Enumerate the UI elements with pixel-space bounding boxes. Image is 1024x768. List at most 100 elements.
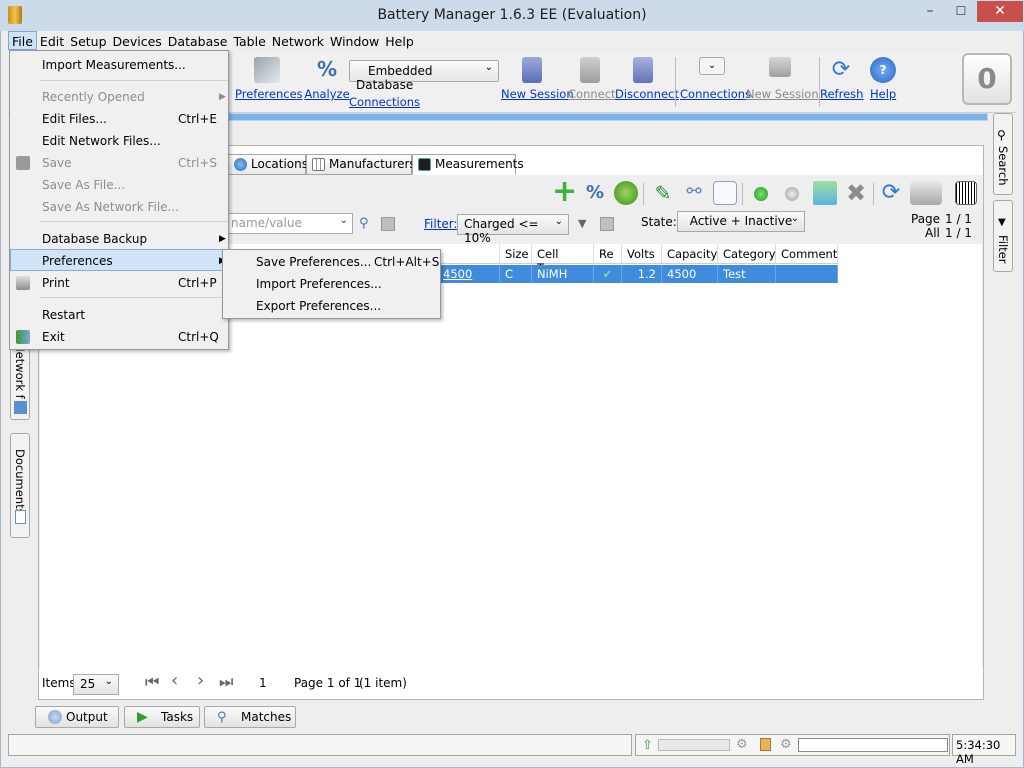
column-header-comment[interactable]: Comment bbox=[776, 244, 838, 264]
menu-item-shortcut: Ctrl+E bbox=[178, 112, 217, 126]
tasks-button[interactable]: ▶ Tasks bbox=[124, 706, 200, 728]
menu-help[interactable]: Help bbox=[382, 32, 417, 51]
previous-page-icon[interactable]: ‹ bbox=[171, 670, 178, 691]
minimize-button[interactable]: – bbox=[917, 1, 943, 22]
new-session-tool[interactable]: New Session bbox=[501, 57, 574, 101]
table-cell-cell-type[interactable]: NiMH bbox=[532, 265, 594, 283]
menu-item-label: Preferences bbox=[42, 254, 113, 268]
menu-item-save-preferences[interactable]: Save Preferences... Ctrl+Alt+S bbox=[223, 251, 440, 273]
menu-item-print[interactable]: Print Ctrl+P bbox=[10, 272, 228, 294]
filter-link[interactable]: Filter: bbox=[424, 217, 458, 231]
refresh-tool[interactable]: ⟳ Refresh bbox=[820, 57, 863, 101]
menu-file[interactable]: File bbox=[8, 31, 37, 50]
side-tab-filter[interactable]: ▼ Filter bbox=[993, 200, 1013, 272]
clear-filter-icon[interactable] bbox=[600, 217, 614, 231]
menu-item-edit-network-files[interactable]: Edit Network Files... bbox=[10, 130, 228, 152]
menu-item-import-measurements[interactable]: Import Measurements... bbox=[10, 54, 228, 76]
add-icon[interactable]: + bbox=[552, 177, 577, 207]
column-header-size[interactable]: Size bbox=[500, 244, 532, 264]
inactive-state-icon[interactable] bbox=[785, 187, 799, 201]
filter-select[interactable]: Charged <= 10% ⌄ bbox=[457, 214, 569, 245]
table-cell-comment[interactable] bbox=[776, 265, 838, 283]
menu-bar: File Edit Setup Devices Database Table Network… bbox=[8, 31, 1016, 50]
side-tab-documents[interactable]: Documents bbox=[10, 433, 30, 538]
menu-edit[interactable]: Edit bbox=[37, 32, 67, 51]
menu-item-save-as-network-file[interactable]: Save As Network File... bbox=[10, 196, 228, 218]
search-icon[interactable]: ⚲ bbox=[359, 216, 373, 231]
recycle-icon[interactable] bbox=[614, 181, 638, 205]
delete-icon[interactable]: ✖ bbox=[844, 181, 868, 205]
table-cell-volts[interactable]: 1.2 V bbox=[622, 265, 662, 295]
column-header-cell-type[interactable]: Cell Type bbox=[532, 244, 594, 275]
pagination-bar: Items 25 ⌄ ⏮ ‹ › ⏭ 1 Page 1 of 1 (1 item… bbox=[39, 669, 983, 697]
menu-item-database-backup[interactable]: Database Backup ▶ bbox=[10, 228, 228, 250]
link-icon[interactable]: ⚯ bbox=[682, 181, 706, 205]
table-cell-category[interactable]: Test bbox=[718, 265, 776, 283]
percent-icon[interactable]: % bbox=[583, 181, 607, 205]
copy-icon[interactable] bbox=[713, 181, 737, 205]
close-button[interactable]: ✕ bbox=[977, 1, 1023, 22]
menu-item-recently-opened[interactable]: Recently Opened ▶ bbox=[10, 86, 228, 108]
funnel-icon[interactable]: ▼ bbox=[578, 217, 592, 231]
barcode-icon[interactable] bbox=[955, 181, 977, 205]
menu-item-import-preferences[interactable]: Import Preferences... bbox=[223, 273, 440, 295]
last-page-icon[interactable]: ⏭ bbox=[219, 672, 233, 692]
database-select[interactable]: Embedded Database ⌄ bbox=[349, 60, 499, 92]
tab-manufacturers[interactable]: Manufacturers bbox=[306, 154, 416, 175]
column-header-re[interactable]: Re bbox=[594, 244, 622, 264]
funnel-icon: ▼ bbox=[998, 217, 1006, 228]
column-header-category[interactable]: Category bbox=[718, 244, 776, 264]
output-button[interactable]: Output bbox=[35, 706, 119, 728]
connections-tool[interactable]: Connections bbox=[349, 91, 420, 109]
exit-icon bbox=[16, 330, 30, 344]
print-icon[interactable] bbox=[910, 181, 942, 205]
menu-item-save[interactable]: Save Ctrl+S bbox=[10, 152, 228, 174]
first-page-icon[interactable]: ⏮ bbox=[145, 672, 159, 692]
column-header-capacity[interactable]: Capacity bbox=[662, 244, 718, 264]
status-clock: 5:34:30 AM bbox=[952, 734, 1016, 766]
network-new-session-tool[interactable]: New Session bbox=[746, 57, 819, 101]
active-state-icon[interactable] bbox=[754, 187, 768, 201]
connect-tool[interactable]: Connect bbox=[568, 57, 616, 101]
menu-item-export-preferences[interactable]: Export Preferences... bbox=[223, 295, 440, 317]
search-input[interactable]: name/value ⌄ bbox=[225, 213, 353, 234]
analyze-tool[interactable]: % Analyze bbox=[304, 57, 350, 101]
menu-network[interactable]: Network bbox=[269, 32, 327, 51]
status-indicators: ⇧ ⚙ ⚙ bbox=[635, 734, 950, 756]
menu-item-edit-files[interactable]: Edit Files... Ctrl+E bbox=[10, 108, 228, 130]
items-per-page-value: 25 bbox=[80, 677, 96, 691]
state-select[interactable]: Active + Inactive ⌄ bbox=[677, 211, 805, 232]
tab-measurements[interactable]: Measurements bbox=[412, 154, 524, 175]
menu-table[interactable]: Table bbox=[230, 32, 268, 51]
refresh-icon[interactable]: ⟳ bbox=[879, 181, 903, 205]
side-tab-search-label: Search bbox=[996, 146, 1010, 186]
items-per-page-select[interactable]: 25 ⌄ bbox=[73, 674, 119, 695]
menu-database[interactable]: Database bbox=[165, 32, 231, 51]
matches-button[interactable]: ⚲ Matches bbox=[204, 706, 296, 728]
edit-icon[interactable]: ✎ bbox=[651, 181, 675, 205]
menu-item-label: Save As Network File... bbox=[42, 200, 179, 214]
menu-setup[interactable]: Setup bbox=[67, 32, 109, 51]
table-cell-capacity[interactable]: 4500 mAh bbox=[662, 265, 718, 295]
recycle-bin-icon[interactable] bbox=[813, 181, 837, 205]
next-page-icon[interactable]: › bbox=[197, 670, 204, 691]
menu-item-exit[interactable]: Exit Ctrl+Q bbox=[10, 326, 228, 348]
menu-item-restart[interactable]: Restart bbox=[10, 304, 228, 326]
menu-item-save-as-file[interactable]: Save As File... bbox=[10, 174, 228, 196]
network-connections-label: Connections bbox=[680, 87, 752, 101]
preferences-tool[interactable]: Preferences bbox=[235, 57, 303, 101]
database-connect-icon bbox=[580, 57, 600, 83]
table-cell-re-check[interactable]: ✔ bbox=[594, 265, 622, 283]
disconnect-tool[interactable]: Disconnect bbox=[615, 57, 679, 101]
table-cell-size[interactable]: C bbox=[500, 265, 532, 283]
menu-item-preferences[interactable]: Preferences▶ bbox=[10, 249, 228, 271]
column-header-volts[interactable]: Volts bbox=[622, 244, 662, 264]
clear-search-icon[interactable] bbox=[381, 217, 395, 231]
menu-window[interactable]: Window bbox=[327, 32, 382, 51]
network-connections-tool[interactable]: ⌄ Connections bbox=[680, 57, 752, 101]
help-tool[interactable]: ? Help bbox=[870, 57, 896, 101]
side-tab-search[interactable]: ⚲ Search bbox=[993, 113, 1013, 195]
menu-devices[interactable]: Devices bbox=[110, 32, 165, 51]
maximize-button[interactable]: ☐ bbox=[948, 1, 974, 22]
tab-locations[interactable]: Locations bbox=[228, 154, 308, 175]
